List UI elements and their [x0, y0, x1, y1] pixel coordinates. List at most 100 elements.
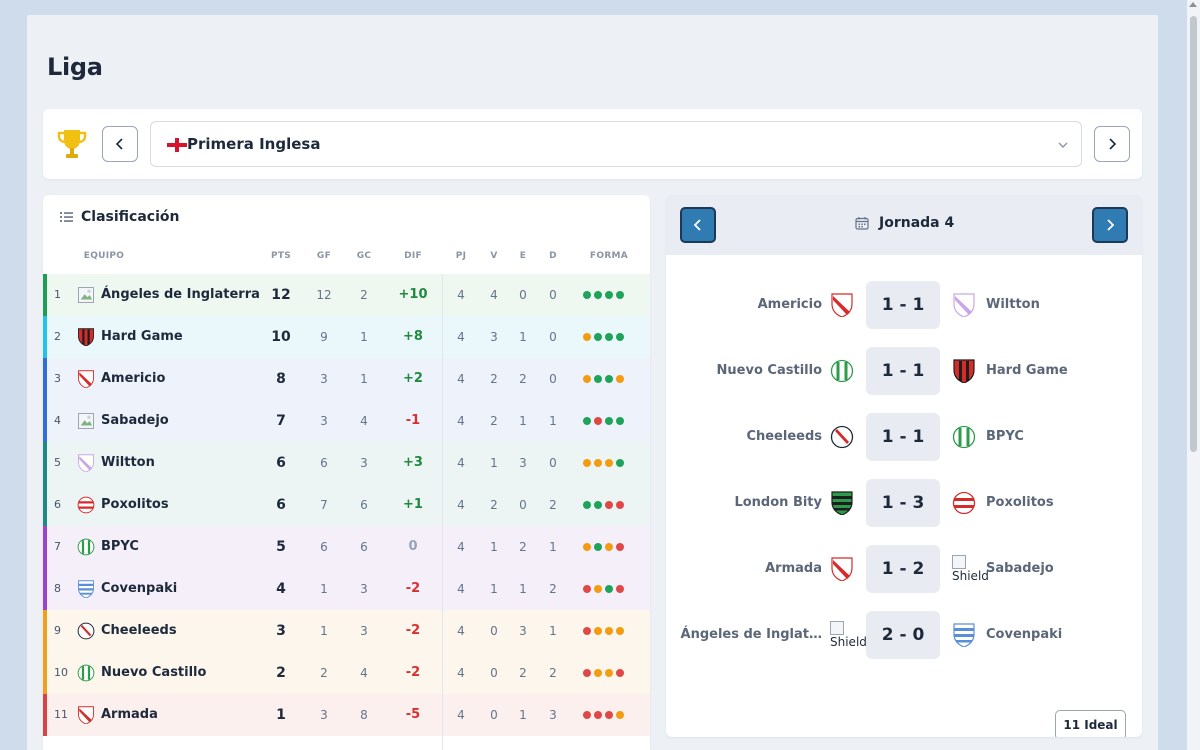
form-dot — [594, 543, 602, 551]
form-dot — [583, 585, 591, 593]
team-name[interactable]: Nuevo Castillo — [101, 652, 206, 694]
cell-dif: +8 — [403, 329, 423, 344]
cell-gf: 3 — [320, 372, 328, 386]
table-row[interactable]: 2 Hard Game 10 9 1 +8 4 3 1 0 — [43, 316, 650, 358]
previous-league-button[interactable] — [102, 126, 138, 162]
match-row[interactable]: Nuevo Castillo 1 - 1 Hard Game — [666, 347, 1142, 395]
team-name[interactable]: Cheeleeds — [101, 610, 177, 652]
team-name[interactable]: BPYC — [101, 526, 139, 568]
away-team-name[interactable]: BPYC — [986, 413, 1024, 461]
cell-v: 0 — [490, 624, 498, 638]
match-row[interactable]: Ángeles de Inglat… Shield 2 - 0 Covenpaki — [666, 611, 1142, 659]
form-dot — [605, 711, 613, 719]
away-team-name[interactable]: Hard Game — [986, 347, 1068, 395]
team-crest-icon — [77, 664, 95, 682]
cell-v: 1 — [490, 456, 498, 470]
chevron-down-icon — [1058, 142, 1068, 148]
next-league-button[interactable] — [1094, 126, 1130, 162]
team-name[interactable]: Sabadejo — [101, 400, 169, 442]
team-name[interactable]: Poxolitos — [101, 484, 169, 526]
match-row[interactable]: Americio 1 - 1 Wiltton — [666, 281, 1142, 329]
home-team-name[interactable]: London Bity — [734, 479, 822, 527]
match-score[interactable]: 1 - 2 — [866, 545, 940, 593]
cell-pts: 1 — [276, 707, 286, 723]
table-row[interactable]: 7 BPYC 5 6 6 0 4 1 2 1 — [43, 526, 650, 568]
table-row[interactable]: 10 Nuevo Castillo 2 2 4 -2 4 0 2 2 — [43, 652, 650, 694]
cell-gf: 7 — [320, 498, 328, 512]
column-header-e[interactable]: E — [520, 251, 526, 261]
column-header-v[interactable]: V — [490, 251, 497, 261]
cell-e: 0 — [519, 498, 527, 512]
team-name[interactable]: Wiltton — [101, 442, 155, 484]
column-header-gf[interactable]: GF — [317, 251, 331, 261]
home-team-name[interactable]: Ángeles de Inglat… — [681, 611, 822, 659]
scrollbar[interactable] — [1187, 0, 1200, 750]
home-team-name[interactable]: Americio — [758, 281, 822, 329]
home-team-name[interactable]: Armada — [765, 545, 822, 593]
round-label: Jornada 4 — [855, 215, 954, 231]
column-header-team[interactable]: EQUIPO — [84, 251, 125, 261]
team-name[interactable]: Hard Game — [101, 316, 183, 358]
form-indicator — [583, 375, 624, 383]
away-team-name[interactable]: Wiltton — [986, 281, 1040, 329]
next-round-button[interactable] — [1092, 207, 1128, 243]
column-header-dif[interactable]: DIF — [404, 251, 422, 261]
match-score[interactable]: 1 - 1 — [866, 281, 940, 329]
column-header-d[interactable]: D — [549, 251, 557, 261]
table-row[interactable]: 1 Ángeles de Inglaterra 12 12 2 +10 4 4 0 0 — [43, 274, 650, 316]
form-dot — [616, 291, 624, 299]
table-row[interactable]: 9 Cheeleeds 3 1 3 -2 4 0 3 1 — [43, 610, 650, 652]
cell-gf: 9 — [320, 330, 328, 344]
match-row[interactable]: Cheeleeds 1 - 1 BPYC — [666, 413, 1142, 461]
cell-pj: 4 — [457, 708, 465, 722]
match-score[interactable]: 1 - 1 — [866, 347, 940, 395]
row-position: 1 — [54, 288, 61, 301]
table-row[interactable]: 6 Poxolitos 6 7 6 +1 4 2 0 2 — [43, 484, 650, 526]
form-dot — [583, 459, 591, 467]
cell-gf: 1 — [320, 624, 328, 638]
cell-gf: 6 — [320, 540, 328, 554]
away-team-name[interactable]: Sabadejo — [986, 545, 1054, 593]
form-dot — [583, 417, 591, 425]
match-row[interactable]: Armada 1 - 2 Shield Sabadejo — [666, 545, 1142, 593]
league-dropdown[interactable]: Primera Inglesa — [150, 121, 1082, 167]
form-dot — [583, 333, 591, 341]
team-name[interactable]: Covenpaki — [101, 568, 177, 610]
form-dot — [594, 501, 602, 509]
column-header-gc[interactable]: GC — [357, 251, 372, 261]
column-header-pts[interactable]: PTS — [271, 251, 291, 261]
cell-v: 0 — [490, 708, 498, 722]
table-row[interactable]: 4 Sabadejo 7 3 4 -1 4 2 1 1 — [43, 400, 650, 442]
away-team-name[interactable]: Poxolitos — [986, 479, 1054, 527]
match-score[interactable]: 1 - 1 — [866, 413, 940, 461]
table-row[interactable]: 11 Armada 1 3 8 -5 4 0 1 3 — [43, 694, 650, 736]
cell-d: 2 — [549, 582, 557, 596]
form-dot — [605, 291, 613, 299]
table-row[interactable]: 3 Americio 8 3 1 +2 4 2 2 0 — [43, 358, 650, 400]
home-team-name[interactable]: Cheeleeds — [746, 413, 822, 461]
ideal-eleven-button[interactable]: 11 Ideal — [1055, 710, 1126, 737]
cell-pj: 4 — [457, 498, 465, 512]
cell-d: 3 — [549, 708, 557, 722]
cell-pj: 4 — [457, 582, 465, 596]
broken-image-alt: Shield — [952, 569, 989, 583]
scroll-up-arrow-icon[interactable] — [1189, 2, 1197, 7]
cell-d: 2 — [549, 666, 557, 680]
column-header-pj[interactable]: PJ — [456, 251, 467, 261]
match-score[interactable]: 2 - 0 — [866, 611, 940, 659]
list-icon — [60, 212, 73, 222]
previous-round-button[interactable] — [680, 207, 716, 243]
away-team-name[interactable]: Covenpaki — [986, 611, 1062, 659]
row-position: 9 — [54, 624, 61, 637]
team-name[interactable]: Ángeles de Inglaterra — [101, 274, 260, 316]
scrollbar-thumb[interactable] — [1190, 16, 1197, 452]
table-row[interactable]: 8 Covenpaki 4 1 3 -2 4 1 1 2 — [43, 568, 650, 610]
home-team-name[interactable]: Nuevo Castillo — [717, 347, 822, 395]
table-row[interactable]: 5 Wiltton 6 6 3 +3 4 1 3 0 — [43, 442, 650, 484]
team-crest-icon — [77, 580, 95, 599]
match-score[interactable]: 1 - 3 — [866, 479, 940, 527]
team-name[interactable]: Americio — [101, 358, 165, 400]
match-row[interactable]: London Bity 1 - 3 Poxolitos — [666, 479, 1142, 527]
cell-gc: 4 — [360, 414, 368, 428]
team-name[interactable]: Armada — [101, 694, 158, 736]
